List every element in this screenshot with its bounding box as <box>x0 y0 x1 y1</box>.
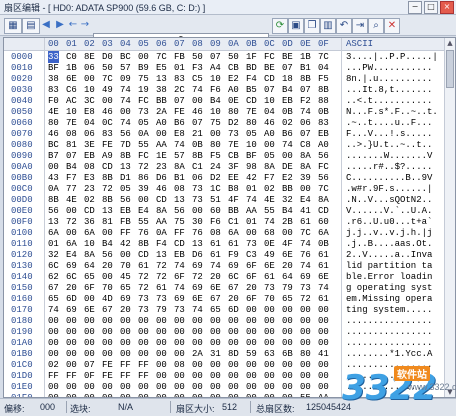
column-header: 02 <box>84 39 95 49</box>
scroll-thumb[interactable] <box>446 50 454 88</box>
prev-icon[interactable]: ← <box>68 18 78 32</box>
column-header: 00 <box>48 39 59 49</box>
offset-value: 000 <box>40 402 56 412</box>
column-header: 06 <box>156 39 167 49</box>
column-header: 0C <box>264 39 275 49</box>
refresh-icon[interactable]: ⟳ <box>272 18 288 34</box>
column-header: 0B <box>246 39 257 49</box>
select-value: N/A <box>118 402 134 412</box>
ascii-header: ASCII <box>346 39 374 49</box>
column-header: 07 <box>174 39 185 49</box>
window-controls: − □ × <box>408 1 454 14</box>
column-header: 0A <box>228 39 239 49</box>
column-header: 01 <box>66 39 77 49</box>
next-icon[interactable]: → <box>80 18 90 32</box>
total-sectors-label: 总扇区数: <box>256 404 295 414</box>
column-header: 04 <box>120 39 131 49</box>
column-header: 05 <box>138 39 149 49</box>
paste-icon[interactable]: ▣ <box>288 18 304 34</box>
column-header: 0E <box>300 39 311 49</box>
jump-icon[interactable]: ⇥ <box>352 18 368 34</box>
offset-label: 偏移: <box>4 404 25 414</box>
back-icon[interactable]: ◀ <box>40 18 52 32</box>
vertical-scrollbar[interactable]: ▲ ▼ <box>444 38 455 397</box>
ascii-divider <box>341 38 342 397</box>
minimize-button[interactable]: − <box>408 1 422 14</box>
close-icon[interactable]: ✕ <box>384 18 400 34</box>
maximize-button[interactable]: □ <box>424 1 438 14</box>
column-header: 08 <box>192 39 203 49</box>
window-title: 扇区编辑 - [ HD0: ADATA SP900 (59.6 GB, C: D… <box>4 3 206 13</box>
forward-icon[interactable]: ▶ <box>54 18 66 32</box>
hex-editor-grid[interactable]: 00 01 02 03 04 05 06 07 08 09 0A 0B 0C 0D 0E 0F ASCII 0… <box>3 37 456 398</box>
column-header: 0D <box>282 39 293 49</box>
scroll-up-icon[interactable]: ▲ <box>445 38 455 48</box>
column-header: 0F <box>318 39 329 49</box>
column-header-row: 00 01 02 03 04 05 06 07 08 09 0A 0B 0C 0D 0E 0F ASCII <box>4 38 455 51</box>
toolbar: ▦ ▤ ◀ ▶ ← → 0 ⟳ ▣ ❐ ▥ ↶ ⇥ ⌕ ✕ <box>0 15 456 48</box>
select-label: 选块: <box>70 404 91 414</box>
find-icon[interactable]: ⌕ <box>368 18 384 34</box>
status-divider <box>66 401 67 413</box>
close-button[interactable]: × <box>440 1 454 14</box>
watermark-tag: 软件站 <box>394 366 430 381</box>
status-divider <box>170 401 171 413</box>
copy-icon[interactable]: ❐ <box>304 18 320 34</box>
watermark-url: www.3322.cc <box>408 382 456 392</box>
site-watermark-logo: 3322 软件站 www.3322.cc <box>338 360 456 415</box>
save-icon[interactable]: ▥ <box>320 18 336 34</box>
title-bar: 扇区编辑 - [ HD0: ADATA SP900 (59.6 GB, C: D… <box>0 0 456 15</box>
offset-divider <box>44 38 45 397</box>
sector-size-label: 扇区大小: <box>176 404 215 414</box>
column-header: 03 <box>102 39 113 49</box>
grid-icon[interactable]: ▦ <box>4 18 22 34</box>
column-header: 09 <box>210 39 221 49</box>
grid-options-icon[interactable]: ▤ <box>22 18 40 34</box>
status-divider <box>250 401 251 413</box>
sector-size-value: 512 <box>222 402 238 412</box>
undo-icon[interactable]: ↶ <box>336 18 352 34</box>
